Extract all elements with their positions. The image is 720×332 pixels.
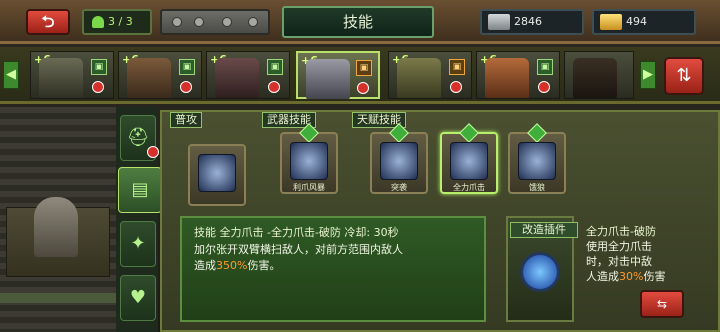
squad-count[interactable]: 3 / 3 (82, 9, 152, 35)
hero-portrait (573, 58, 617, 98)
hero-figure (34, 197, 78, 257)
top-bar: ⮌ 3 / 3 技能 2846 494 (0, 0, 720, 44)
upgrade-gem-icon (527, 123, 547, 143)
hero-portrait (306, 59, 350, 99)
tab-skills[interactable]: ▤ (118, 167, 162, 213)
mod-swap-button[interactable]: ⇆ (640, 290, 684, 318)
heart-person-icon: ♥ (129, 287, 147, 308)
role-icon: ▣ (91, 59, 107, 75)
back-arrow-icon: ⮌ (41, 12, 55, 31)
hangar-rail (0, 293, 116, 303)
hero-card[interactable]: +6 ▣ (476, 51, 560, 99)
wolf-icon (518, 142, 556, 180)
skill-description: 技能 全力爪击 -全力爪击-破防 冷却: 30秒 加尔张开双臂横扫敌人，对前方范… (180, 216, 486, 322)
gold-resource[interactable]: 494 (592, 9, 696, 35)
swap-icon: ⇅ (676, 65, 692, 86)
alert-badge (92, 81, 104, 93)
skill-panel: 普攻 武器技能 天赋技能 利爪风暴 突袭 全力爪击 饿狼 技能 全力爪击 -全力… (160, 110, 720, 332)
claw-icon (198, 154, 236, 192)
mod-title: 改造插件 (510, 222, 578, 238)
roster-next-button[interactable]: ▶ (640, 61, 656, 89)
lightbulb-icon: ✦ (130, 233, 146, 254)
bolt-icon (172, 17, 182, 27)
back-button[interactable]: ⮌ (26, 9, 70, 35)
bolt-icon (222, 17, 232, 27)
skill-slot-basic[interactable] (188, 144, 246, 206)
claw-storm-icon (290, 142, 328, 180)
tab-bond[interactable]: ♥ (120, 275, 156, 321)
skill-slot-talent-1[interactable]: 突袭 (370, 123, 428, 194)
role-icon: ▣ (449, 59, 465, 75)
skill-slot-talent-3[interactable]: 饿狼 (508, 123, 566, 194)
mod-plugin-icon[interactable] (520, 252, 560, 292)
person-icon (92, 16, 104, 28)
gold-bar-icon (600, 14, 622, 30)
skill-slot-talent-2[interactable]: 全力爪击 (440, 123, 498, 194)
skill-description-body: 加尔张开双臂横扫敌人，对前方范围内敌人 造成350%伤害。 (194, 243, 403, 272)
alert-badge (268, 81, 280, 93)
swap-team-button[interactable]: ⇅ (664, 57, 704, 95)
hero-card-selected[interactable]: +6 ▣ (296, 51, 380, 99)
alert-badge (450, 81, 462, 93)
role-icon: ▣ (179, 59, 195, 75)
silver-resource[interactable]: 2846 (480, 9, 584, 35)
role-icon: ▣ (267, 59, 283, 75)
mod-info: 全力爪击-破防 使用全力爪击 时，对击中敌 人造成30%伤害 (586, 225, 666, 283)
helmet-icon: ⛑ (126, 127, 150, 148)
hero-portrait (397, 58, 441, 98)
role-icon: ▣ (537, 59, 553, 75)
bolt-icon (248, 17, 258, 27)
tab-equipment[interactable]: ⛑ (120, 115, 159, 161)
swap-icon: ⇆ (656, 297, 668, 311)
hero-portrait (127, 58, 171, 98)
hero-portrait (39, 58, 83, 98)
role-icon: ▣ (356, 60, 372, 76)
bolt-icon (194, 17, 204, 27)
upgrade-gem-icon (459, 123, 479, 143)
skill-slot-weapon[interactable]: 利爪风暴 (280, 123, 338, 194)
hero-card[interactable] (564, 51, 634, 99)
alert-badge (147, 146, 159, 158)
hero-card[interactable]: +6 ▣ (206, 51, 290, 99)
skill-book-icon: ▤ (131, 179, 149, 200)
roster-prev-button[interactable]: ◀ (3, 61, 19, 89)
hero-portrait (485, 58, 529, 98)
hero-card[interactable]: +6 ▣ (388, 51, 472, 99)
tab-talent[interactable]: ✦ (120, 221, 156, 267)
skill-screen: ⮌ 3 / 3 技能 2846 494 ◀ +6 ▣ (0, 0, 720, 332)
pounce-icon (380, 142, 418, 180)
alert-badge (357, 82, 369, 94)
hero-preview (0, 107, 116, 332)
hero-roster: ◀ +6 ▣ +6 ▣ +6 ▣ +6 ▣ +6 ▣ (0, 47, 720, 104)
full-claw-icon (450, 142, 488, 180)
hero-card[interactable]: +6 ▣ (30, 51, 114, 99)
hero-card[interactable]: +6 ▣ (118, 51, 202, 99)
silver-bar-icon (488, 14, 510, 30)
page-title: 技能 (282, 6, 434, 38)
group-label-basic: 普攻 (170, 112, 202, 128)
pipe-decoration (160, 9, 270, 35)
side-tabs: ⛑ ▤ ✦ ♥ (116, 107, 162, 332)
alert-badge (180, 81, 192, 93)
alert-badge (538, 81, 550, 93)
hero-portrait (215, 58, 259, 98)
